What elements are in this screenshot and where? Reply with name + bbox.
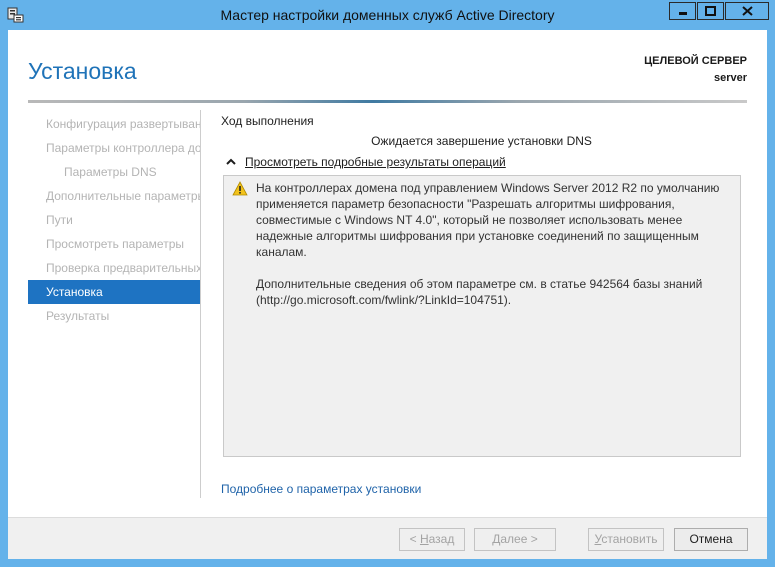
warning-icon xyxy=(232,181,248,196)
wizard-footer: < Назад Далее > Установить Отмена xyxy=(8,517,767,559)
maximize-icon xyxy=(705,6,716,16)
close-icon xyxy=(741,6,753,16)
back-button-prefix: < xyxy=(409,532,420,546)
installation-status: Ожидается завершение установки DNS xyxy=(371,134,592,148)
nav-item-review-options[interactable]: Просмотреть параметры xyxy=(28,232,200,256)
operation-results-panel[interactable]: На контроллерах домена под управлением W… xyxy=(223,175,741,457)
target-server-name: server xyxy=(713,72,747,84)
minimize-button[interactable] xyxy=(669,2,696,20)
details-toggle[interactable]: Просмотреть подробные результаты операци… xyxy=(225,155,506,169)
header-divider xyxy=(28,100,747,103)
title-bar[interactable]: Мастер настройки доменных служб Active D… xyxy=(0,0,775,30)
nav-item-additional-options[interactable]: Дополнительные параметры xyxy=(28,184,200,208)
nav-item-prerequisites-check[interactable]: Проверка предварительных требований xyxy=(28,256,200,280)
back-button-label: азад xyxy=(428,532,455,546)
back-button-accesskey: Н xyxy=(419,532,429,546)
nav-item-deployment-configuration[interactable]: Конфигурация развертывания xyxy=(28,112,200,136)
back-button[interactable]: < Назад xyxy=(399,528,465,551)
window-title: Мастер настройки доменных служб Active D… xyxy=(220,7,555,23)
minimize-icon xyxy=(678,12,687,15)
nav-item-paths[interactable]: Пути xyxy=(28,208,200,232)
progress-label: Ход выполнения xyxy=(221,114,314,128)
more-about-install-options-link[interactable]: Подробнее о параметрах установки xyxy=(221,482,421,496)
chevron-up-icon xyxy=(226,158,236,165)
next-button[interactable]: Далее > xyxy=(474,528,556,551)
cancel-button[interactable]: Отмена xyxy=(674,528,748,551)
nav-item-dc-options[interactable]: Параметры контроллера домена xyxy=(28,136,200,160)
nav-divider xyxy=(200,110,201,498)
nav-item-installation[interactable]: Установка xyxy=(28,280,200,304)
next-button-label: алее > xyxy=(500,532,538,546)
wizard-client-area: Установка ЦЕЛЕВОЙ СЕРВЕР server Конфигур… xyxy=(8,30,767,559)
install-button-label: становить xyxy=(601,532,658,546)
nav-item-results[interactable]: Результаты xyxy=(28,304,200,328)
warning-message: На контроллерах домена под управлением W… xyxy=(256,181,720,307)
target-server-label: ЦЕЛЕВОЙ СЕРВЕР xyxy=(644,55,747,67)
wizard-steps-nav: Конфигурация развертывания Параметры кон… xyxy=(28,112,200,328)
maximize-button[interactable] xyxy=(697,2,724,20)
wizard-window: Мастер настройки доменных служб Active D… xyxy=(0,0,775,567)
page-title: Установка xyxy=(28,58,137,84)
nav-item-dns-options[interactable]: Параметры DNS xyxy=(28,160,200,184)
details-toggle-label: Просмотреть подробные результаты операци… xyxy=(245,155,506,169)
close-button[interactable] xyxy=(725,2,769,20)
install-button[interactable]: Установить xyxy=(588,528,664,551)
